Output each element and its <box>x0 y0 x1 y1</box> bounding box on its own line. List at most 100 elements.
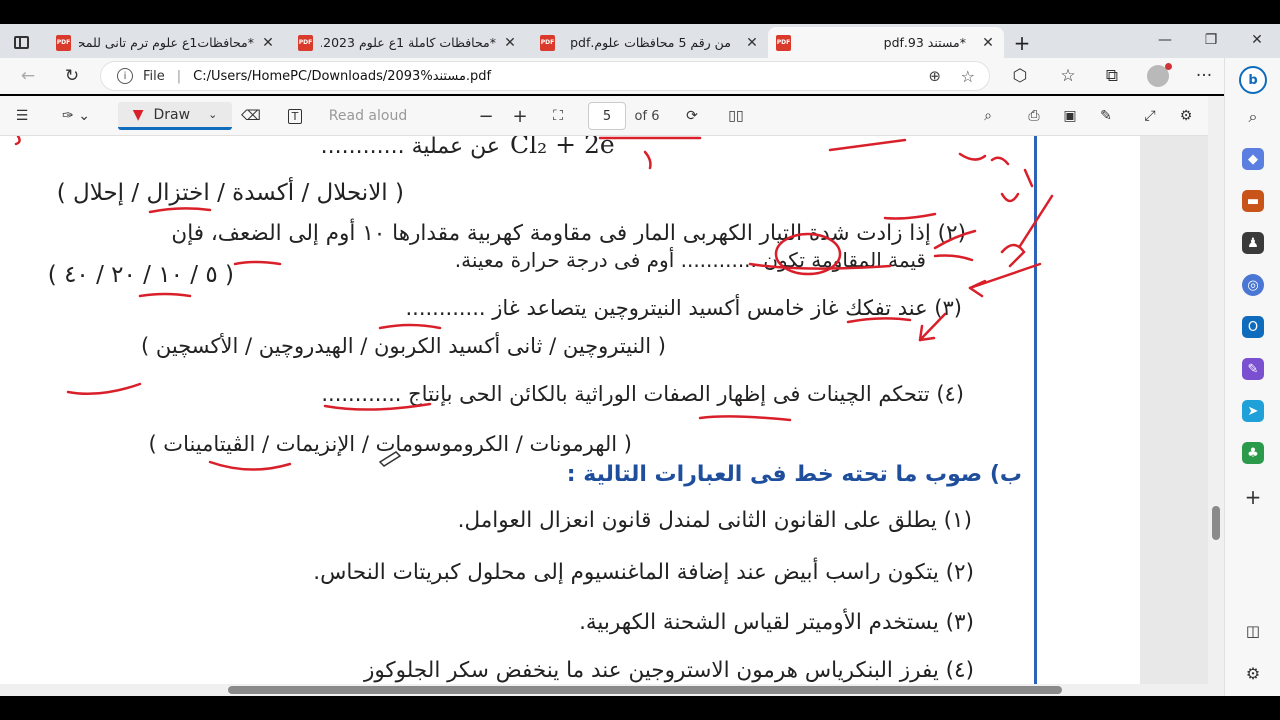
ink-stroke <box>883 212 937 220</box>
close-icon[interactable]: ✕ <box>502 35 518 51</box>
url-text[interactable]: C:/Users/HomePC/Downloads/2093%مستند.pdf <box>193 69 491 84</box>
tab-4-active[interactable]: PDF *مستند 93.pdf ✕ <box>768 27 1004 58</box>
tree-icon: ♣ <box>1247 445 1259 461</box>
tab-title: *مستند 93.pdf <box>883 35 966 50</box>
tag-icon: ◆ <box>1248 151 1258 167</box>
profile-icon <box>1147 63 1172 87</box>
restore-button[interactable]: ❐ <box>1188 24 1234 56</box>
hide-sidebar-button[interactable]: ◫ <box>1242 620 1264 642</box>
highlight-button[interactable]: ✑ ⌄ <box>50 102 102 130</box>
microsoft365-button[interactable]: ◎ <box>1242 274 1264 296</box>
profile-button[interactable] <box>1144 62 1172 90</box>
shopping-button[interactable]: ◆ <box>1242 148 1264 170</box>
ink-stroke <box>233 260 282 266</box>
send-button[interactable]: ➤ <box>1242 400 1264 422</box>
ink-stroke <box>378 323 442 330</box>
collections-button[interactable]: ⧉ <box>1098 62 1126 90</box>
games-button[interactable]: ♟ <box>1242 232 1264 254</box>
tree-button[interactable]: ♣ <box>1242 442 1264 464</box>
sidebar-settings-button[interactable]: ⚙ <box>1242 662 1264 684</box>
outlook-button[interactable]: O <box>1242 316 1264 338</box>
favorite-add-icon[interactable]: ☆ <box>961 67 975 86</box>
top-letterbox <box>0 0 1280 24</box>
text-icon: T <box>287 108 303 124</box>
address-bar[interactable]: i File | C:/Users/HomePC/Downloads/2093%… <box>100 61 990 91</box>
fit-page-button[interactable]: ⛶ <box>546 102 570 130</box>
draw-icon: ▼ <box>132 106 144 123</box>
draw-button[interactable]: ▼ Draw ⌄ <box>118 102 232 130</box>
edge-sidebar: b ⌕ ◆ ▬ ♟ ◎ O ✎ ➤ ♣ + ◫ ⚙ <box>1224 58 1280 696</box>
zoom-out-button[interactable]: − <box>476 102 496 130</box>
ink-arrow-head <box>968 279 987 298</box>
two-page-icon: ▯▯ <box>728 108 744 124</box>
chevron-down-icon: ⌄ <box>208 108 218 121</box>
designer-button[interactable]: ✎ <box>1242 358 1264 380</box>
refresh-icon: ↻ <box>64 66 80 86</box>
horizontal-scroll-thumb[interactable] <box>228 686 1062 694</box>
separator: | <box>176 68 182 84</box>
save-button[interactable]: ▣ <box>1058 102 1082 130</box>
copilot-button[interactable]: b <box>1239 66 1267 94</box>
horizontal-scrollbar[interactable] <box>0 684 1224 696</box>
minimize-button[interactable]: — <box>1142 24 1188 56</box>
close-icon[interactable]: ✕ <box>744 35 760 51</box>
new-tab-button[interactable]: + <box>1008 27 1036 58</box>
pdf-page: عن عملية ............ Cl₂ + 2e ( الانحلا… <box>0 136 1140 684</box>
tools-button[interactable]: ▬ <box>1242 190 1264 212</box>
tab-3[interactable]: PDF من رقم 5 محافظات علوم.pdf ✕ <box>532 27 768 58</box>
tab-2[interactable]: PDF *محافظات كاملة 1ع علوم 2023.pdf ✕ <box>290 27 526 58</box>
vertical-scroll-thumb[interactable] <box>1212 506 1220 540</box>
ink-arrow <box>918 312 947 342</box>
ink-stroke <box>846 317 912 324</box>
search-sidebar-button[interactable]: ⌕ <box>1242 106 1264 128</box>
search-button[interactable]: ⌕ <box>976 102 1000 130</box>
ink-stroke <box>138 292 192 298</box>
more-button[interactable]: ··· <box>1190 62 1218 90</box>
extensions-button[interactable]: ⬡ <box>1006 62 1034 90</box>
add-sidebar-button[interactable]: + <box>1242 485 1264 509</box>
save-icon: ▣ <box>1063 108 1077 124</box>
eraser-button[interactable]: ⌫ <box>238 102 264 130</box>
settings-icon: ⚙ <box>1245 663 1261 683</box>
save-as-icon: ✎ <box>1100 108 1112 124</box>
add-text-button[interactable]: T <box>282 102 308 130</box>
page-number-input[interactable]: 5 <box>588 102 626 130</box>
vertical-scrollbar[interactable] <box>1208 96 1224 684</box>
rotate-button[interactable]: ⟳ <box>680 102 704 130</box>
rotate-icon: ⟳ <box>686 108 698 124</box>
page-total: of 6 <box>634 108 660 124</box>
zoom-icon[interactable]: ⊕ <box>928 67 941 85</box>
print-icon: ⎙ <box>1028 108 1040 124</box>
close-icon[interactable]: ✕ <box>260 35 276 51</box>
tab-1[interactable]: PDF *محافظات1ع علوم ترم تانى للمحافظات ✕ <box>48 27 284 58</box>
fit-page-icon: ⛶ <box>553 108 563 124</box>
plus-icon: + <box>512 105 528 127</box>
ink-stroke <box>1000 243 1026 268</box>
pdf-viewer[interactable]: عن عملية ............ Cl₂ + 2e ( الانحلا… <box>0 136 1224 684</box>
search-icon: ⌕ <box>984 108 992 124</box>
page-view-button[interactable]: ▯▯ <box>724 102 748 130</box>
toolbox-icon: ▬ <box>1246 193 1260 209</box>
pdf-settings-button[interactable]: ⚙ <box>1174 102 1198 130</box>
office-icon: ◎ <box>1247 277 1259 293</box>
refresh-button[interactable]: ↻ <box>58 62 86 90</box>
close-icon[interactable]: ✕ <box>980 35 996 51</box>
ink-stroke <box>208 460 292 471</box>
collections-icon: ⧉ <box>1105 66 1119 86</box>
favorites-button[interactable]: ☆ <box>1054 62 1082 90</box>
fullscreen-button[interactable]: ⤢ <box>1138 102 1162 130</box>
close-window-button[interactable]: ✕ <box>1234 24 1280 56</box>
tab-actions-button[interactable] <box>6 27 42 58</box>
print-button[interactable]: ⎙ <box>1022 102 1046 130</box>
read-aloud-button[interactable]: Read aloud <box>326 102 410 130</box>
save-as-button[interactable]: ✎ <box>1094 102 1118 130</box>
designer-icon: ✎ <box>1247 361 1259 377</box>
plus-icon: + <box>1013 30 1031 55</box>
zoom-in-button[interactable]: + <box>510 102 530 130</box>
back-button[interactable]: ← <box>14 62 42 90</box>
settings-icon: ⚙ <box>1179 108 1193 124</box>
pdf-icon: PDF <box>56 34 71 51</box>
ink-stroke <box>323 402 432 411</box>
ink-arrow <box>1018 194 1054 248</box>
contents-button[interactable]: ☰ <box>8 102 36 130</box>
